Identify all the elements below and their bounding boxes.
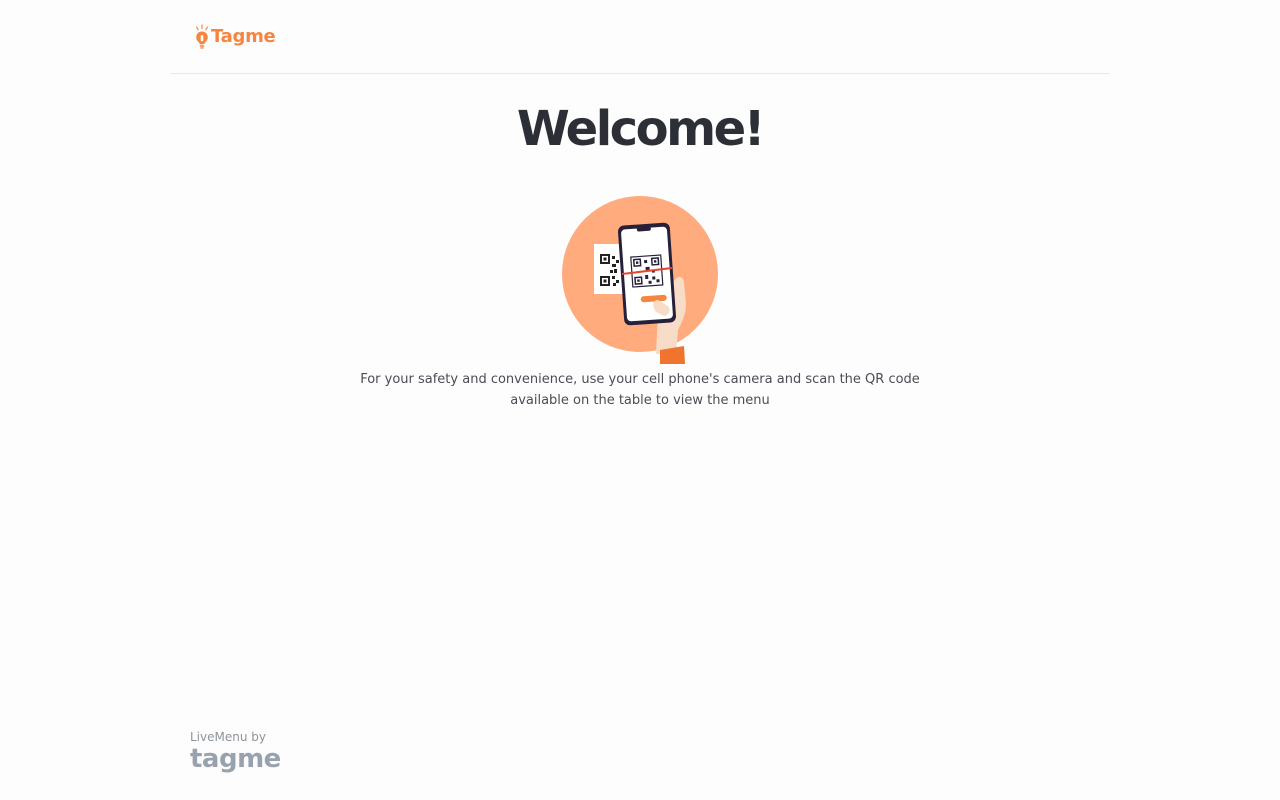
footer-branding: LiveMenu by tagme [190, 729, 281, 774]
page-title: Welcome! [516, 101, 766, 157]
lightbulb-icon [195, 24, 209, 49]
footer-label: LiveMenu by [190, 730, 266, 744]
top-header: Tagme [170, 0, 1110, 74]
instruction-message: For your safety and convenience, use you… [360, 372, 920, 408]
logo-text: Tagme [211, 26, 276, 47]
footer-brand-logo[interactable]: tagme [190, 744, 281, 774]
welcome-page: Tagme Welcome! For your safety and conve… [0, 0, 1280, 800]
tagme-logo[interactable]: Tagme [194, 24, 276, 50]
qr-scan-phone-illustration [562, 196, 718, 364]
